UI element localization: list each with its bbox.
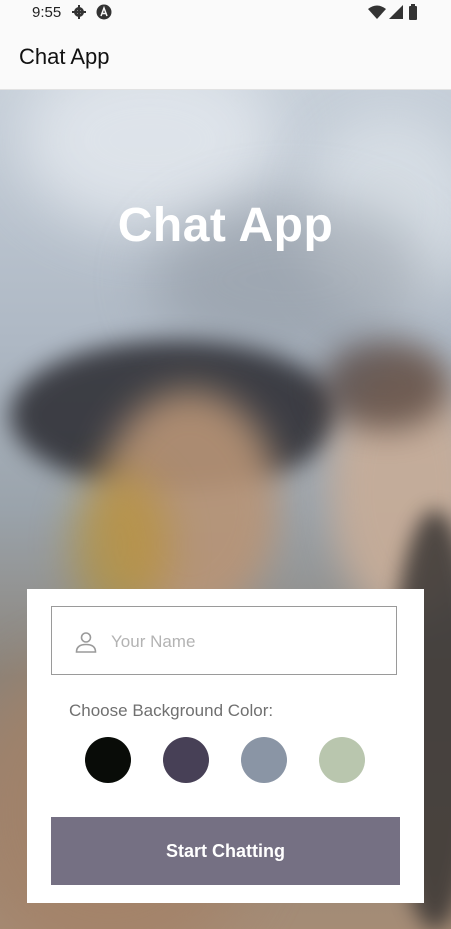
color-swatch-green[interactable] [319,737,365,783]
color-swatch-purple[interactable] [163,737,209,783]
wifi-icon [368,5,386,19]
choose-color-label: Choose Background Color: [69,701,274,720]
gear-icon [72,5,86,19]
signal-icon [389,5,403,19]
app-bar: Chat App [0,26,451,90]
status-bar: 9:55 [0,0,451,26]
hero-title: Chat App [117,199,334,252]
color-swatch-black[interactable] [85,737,131,783]
login-card: Choose Background Color: Start Chatting [27,589,424,903]
start-chatting-button[interactable]: Start Chatting [51,817,400,885]
person-icon [75,632,97,653]
name-input[interactable] [109,627,383,657]
name-field[interactable] [51,606,397,675]
color-swatch-blue-gray[interactable] [241,737,287,783]
a-circle-icon [96,4,112,20]
status-time: 9:55 [32,4,62,21]
app-bar-title: Chat App [19,44,110,69]
battery-icon [409,4,417,20]
